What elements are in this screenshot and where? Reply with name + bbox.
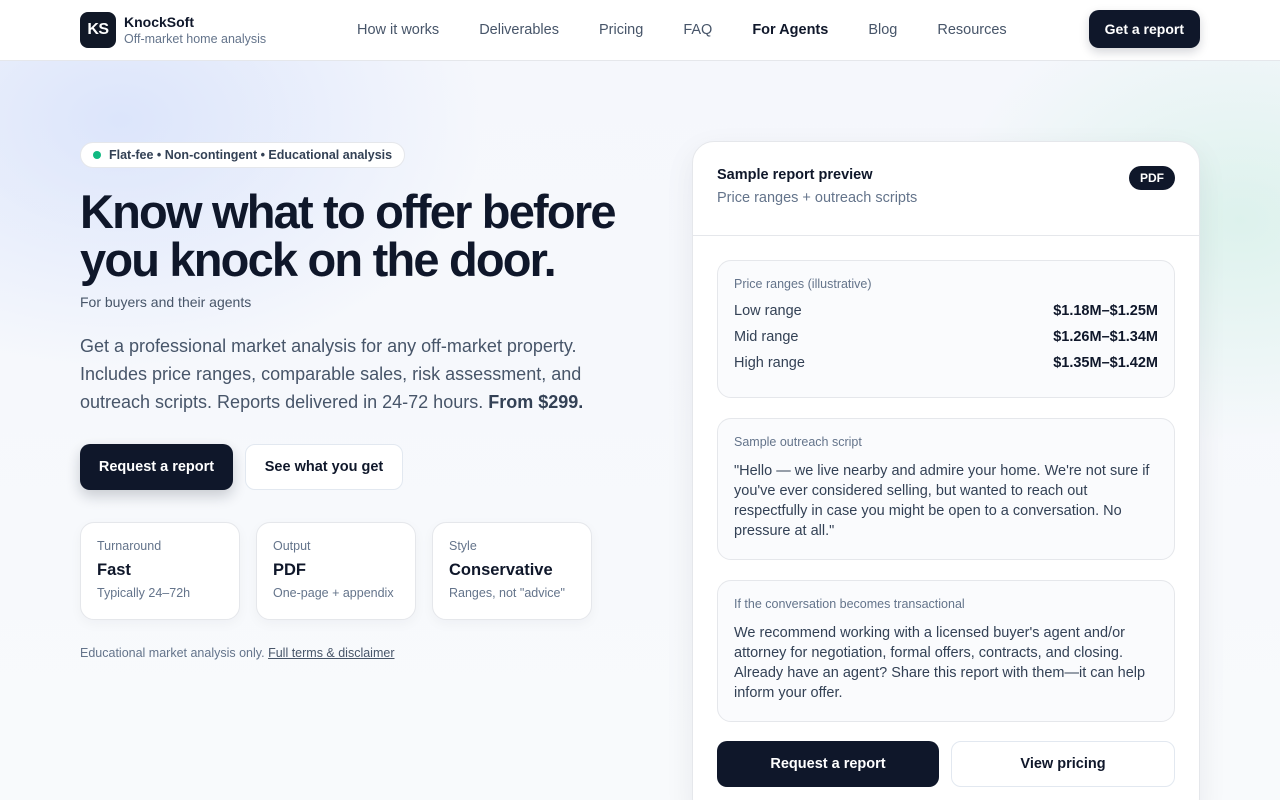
card-subtitle: Price ranges + outreach scripts bbox=[717, 190, 918, 206]
card-header: Sample report preview Price ranges + out… bbox=[693, 142, 1199, 236]
price-row-name: Mid range bbox=[734, 329, 799, 345]
pdf-badge: PDF bbox=[1129, 166, 1175, 190]
price-ranges-panel: Price ranges (illustrative) Low range $1… bbox=[717, 260, 1175, 398]
brand[interactable]: KS KnockSoft Off-market home analysis bbox=[80, 12, 357, 48]
nav-for-agents[interactable]: For Agents bbox=[752, 22, 828, 38]
hero-headline: Know what to offer before you knock on t… bbox=[80, 185, 616, 286]
stat-value: PDF bbox=[273, 561, 306, 579]
stat-sub: One-page + appendix bbox=[273, 586, 394, 600]
brand-name: KnockSoft bbox=[124, 13, 194, 30]
outreach-script-text: "Hello — we live nearby and admire your … bbox=[734, 463, 1150, 539]
stat-card-style: Style Conservative Ranges, not "advice" bbox=[432, 522, 592, 620]
hero-lead-price: From $299. bbox=[488, 392, 584, 412]
nav-resources[interactable]: Resources bbox=[937, 22, 1006, 38]
see-what-you-get-button[interactable]: See what you get bbox=[245, 444, 403, 490]
price-row-low: Low range $1.18M–$1.25M bbox=[734, 303, 1158, 319]
price-row-name: High range bbox=[734, 355, 805, 371]
transactional-panel: If the conversation becomes transactiona… bbox=[717, 580, 1175, 722]
brand-tagline: Off-market home analysis bbox=[124, 31, 267, 46]
price-row-value: $1.18M–$1.25M bbox=[1053, 303, 1158, 319]
panel-label: Price ranges (illustrative) bbox=[734, 277, 872, 291]
stat-value: Conservative bbox=[449, 561, 553, 579]
stat-sub: Typically 24–72h bbox=[97, 586, 191, 600]
price-row-value: $1.35M–$1.42M bbox=[1053, 355, 1158, 371]
price-row-value: $1.26M–$1.34M bbox=[1053, 329, 1158, 345]
brand-logo[interactable]: KS bbox=[80, 12, 116, 48]
nav-deliverables[interactable]: Deliverables bbox=[479, 22, 559, 38]
sample-report-card: Sample report preview Price ranges + out… bbox=[692, 141, 1200, 800]
stat-key: Style bbox=[449, 539, 477, 553]
card-request-report-button[interactable]: Request a report bbox=[717, 741, 939, 787]
stat-card-turnaround: Turnaround Fast Typically 24–72h bbox=[80, 522, 240, 620]
hero-lead: Get a professional market analysis for a… bbox=[80, 332, 610, 416]
stat-sub: Ranges, not "advice" bbox=[449, 586, 565, 600]
outreach-script-panel: Sample outreach script "Hello — we live … bbox=[717, 418, 1175, 560]
stat-card-output: Output PDF One-page + appendix bbox=[256, 522, 416, 620]
view-pricing-button[interactable]: View pricing bbox=[951, 741, 1175, 787]
price-row-name: Low range bbox=[734, 303, 802, 319]
disclaimer: Educational market analysis only. Full t… bbox=[80, 646, 395, 660]
feature-pill: Flat-fee • Non-contingent • Educational … bbox=[80, 142, 406, 168]
nav-faq[interactable]: FAQ bbox=[683, 22, 712, 38]
main-nav: How it works Deliverables Pricing FAQ Fo… bbox=[357, 22, 1047, 38]
panel-label: If the conversation becomes transactiona… bbox=[734, 597, 965, 611]
price-row-high: High range $1.35M–$1.42M bbox=[734, 355, 1158, 371]
panel-label: Sample outreach script bbox=[734, 435, 862, 449]
hero-subhead: For buyers and their agents bbox=[80, 294, 252, 310]
nav-blog[interactable]: Blog bbox=[868, 22, 897, 38]
nav-how-it-works[interactable]: How it works bbox=[357, 22, 439, 38]
site-header: KS KnockSoft Off-market home analysis Ho… bbox=[0, 0, 1280, 61]
stat-value: Fast bbox=[97, 561, 131, 579]
terms-link[interactable]: Full terms & disclaimer bbox=[268, 646, 394, 660]
feature-pill-text: Flat-fee • Non-contingent • Educational … bbox=[109, 148, 393, 162]
stat-key: Output bbox=[273, 539, 311, 553]
price-row-mid: Mid range $1.26M–$1.34M bbox=[734, 329, 1158, 345]
request-report-button[interactable]: Request a report bbox=[80, 444, 233, 490]
nav-pricing[interactable]: Pricing bbox=[599, 22, 643, 38]
status-dot-icon bbox=[93, 151, 101, 159]
stat-key: Turnaround bbox=[97, 539, 162, 553]
disclaimer-text: Educational market analysis only. bbox=[80, 646, 265, 660]
get-report-button[interactable]: Get a report bbox=[1088, 10, 1200, 48]
transactional-text: We recommend working with a licensed buy… bbox=[734, 625, 1146, 701]
card-title: Sample report preview bbox=[717, 167, 873, 183]
brand-text: KnockSoft Off-market home analysis bbox=[124, 14, 266, 47]
